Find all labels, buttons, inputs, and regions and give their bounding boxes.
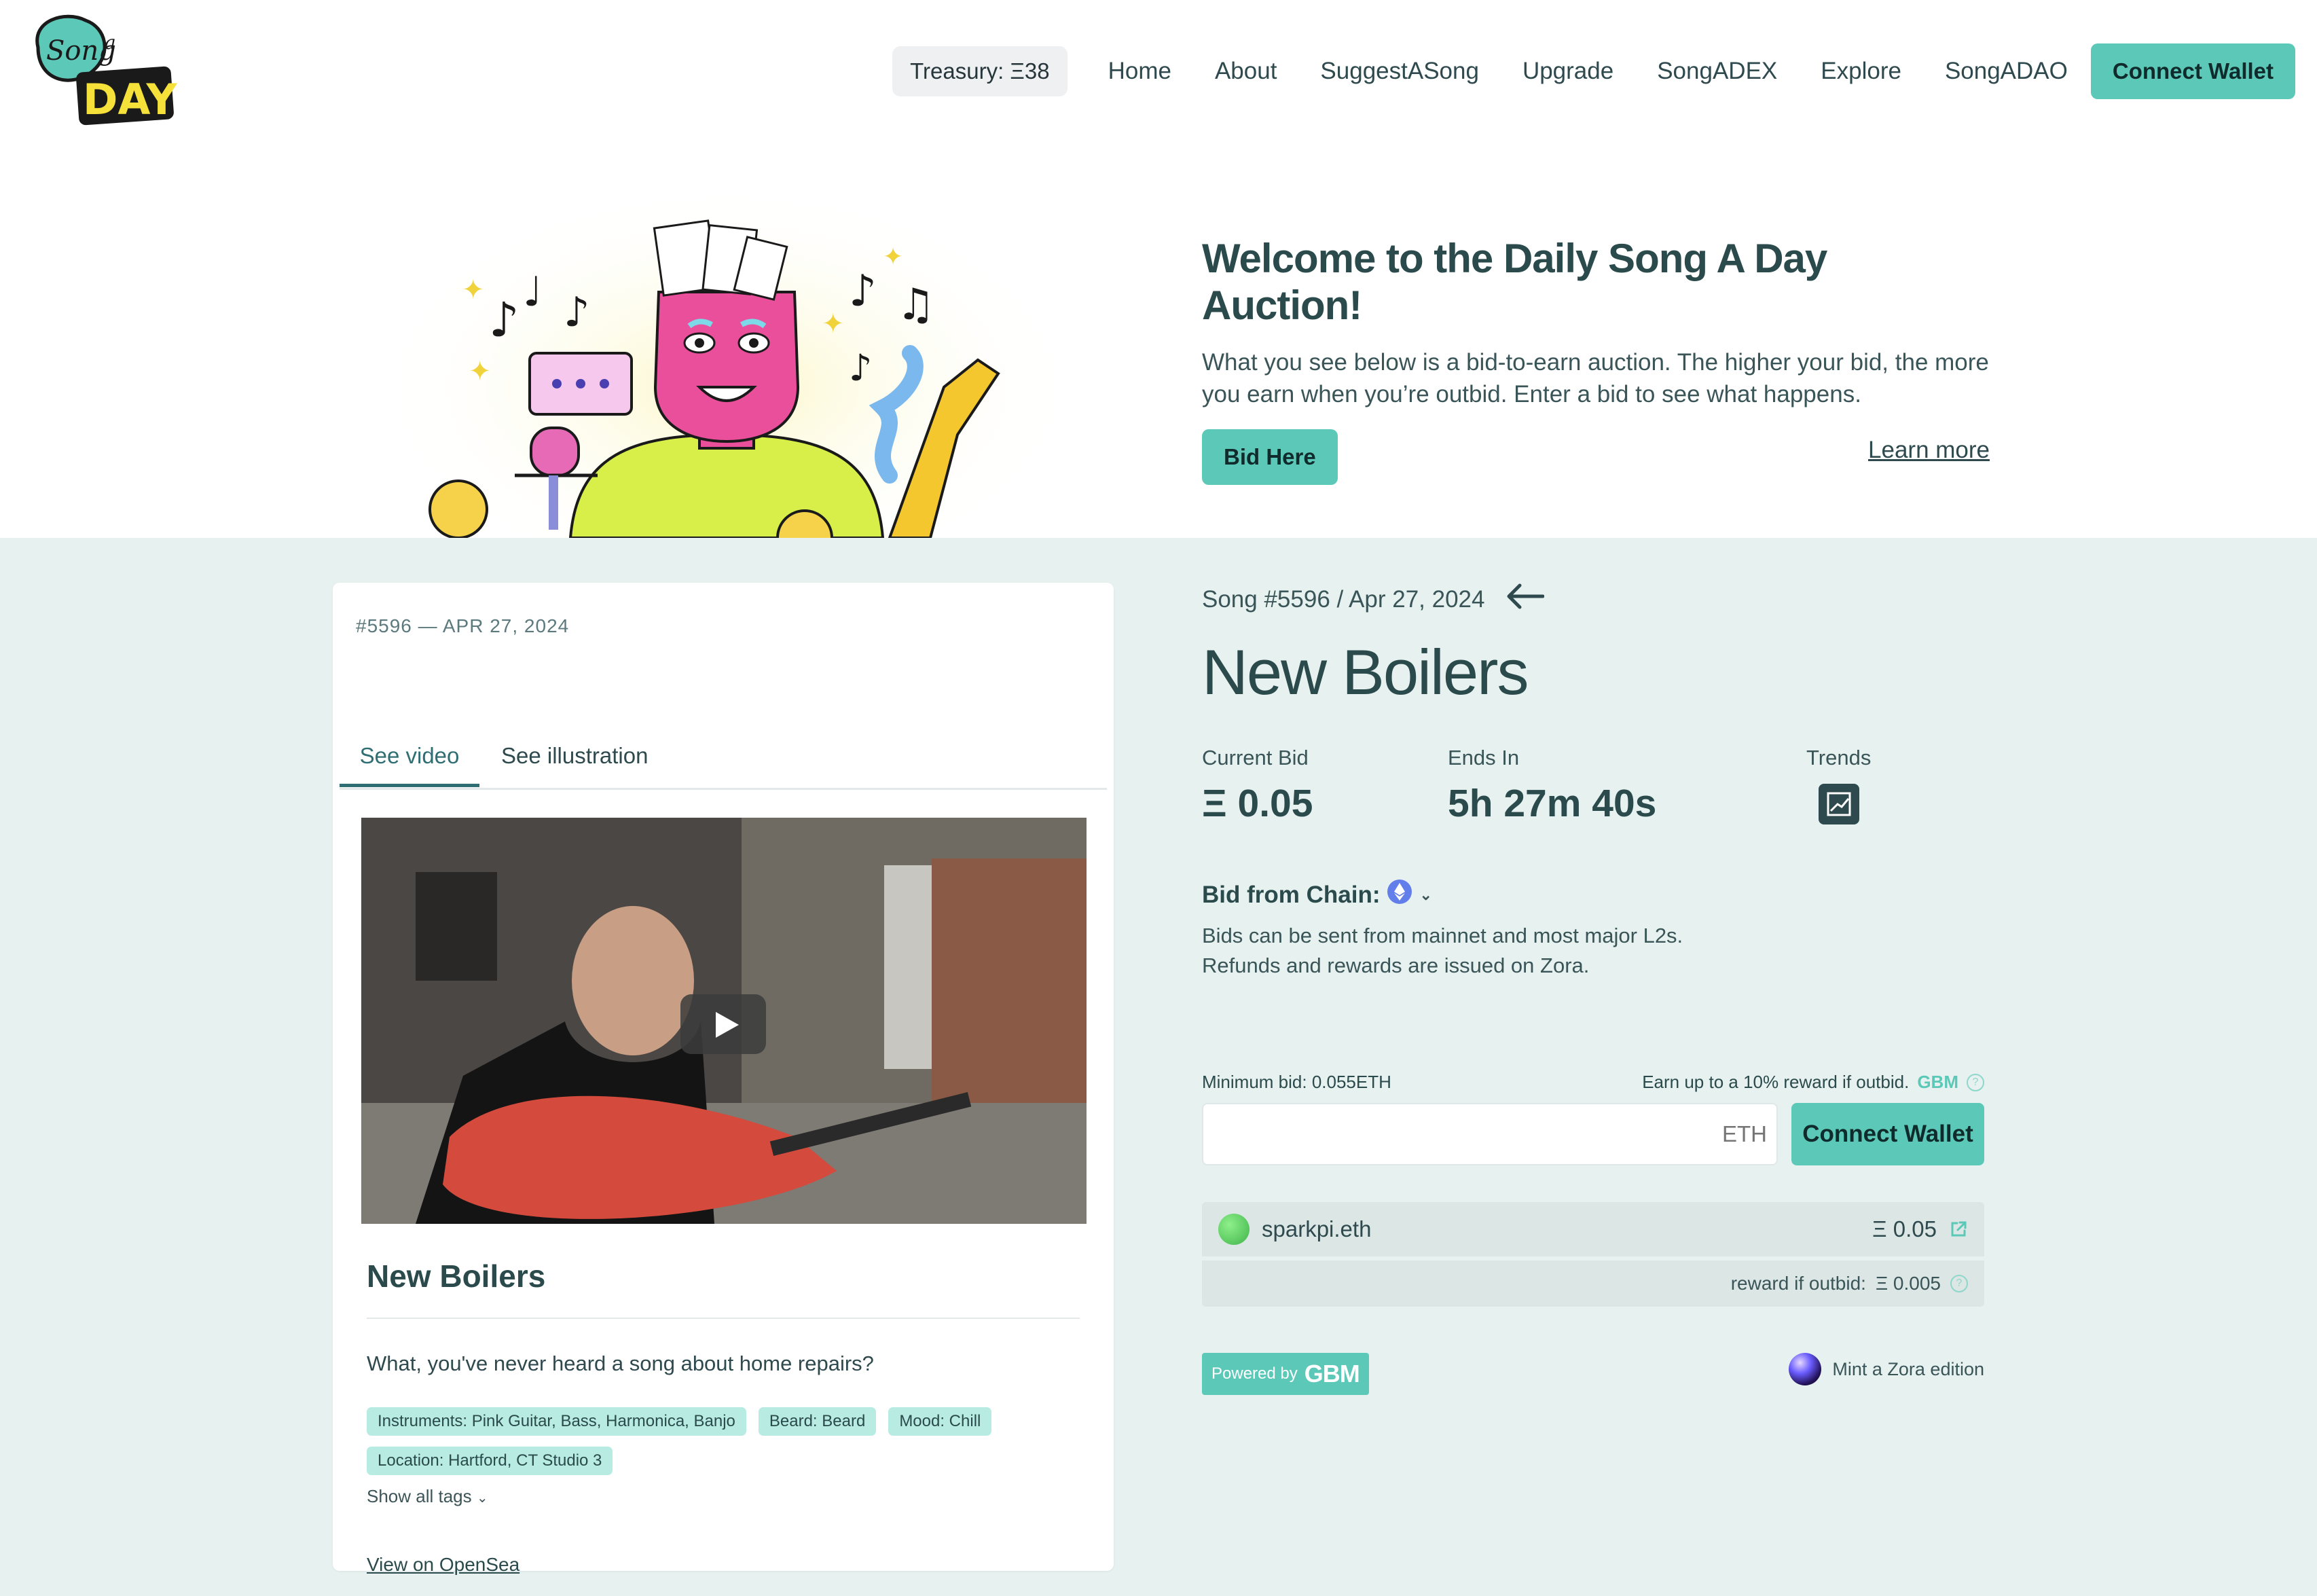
bid-here-button[interactable]: Bid Here: [1202, 429, 1338, 485]
show-all-tags-label: Show all tags: [367, 1486, 472, 1506]
nav-upgrade[interactable]: Upgrade: [1522, 58, 1613, 85]
svg-text:♪: ♪: [849, 266, 877, 316]
help-icon[interactable]: ?: [1950, 1275, 1968, 1292]
tab-see-illustration[interactable]: See illustration: [501, 739, 648, 784]
ethereum-chain-icon[interactable]: [1387, 879, 1412, 911]
show-all-tags-toggle[interactable]: Show all tags ⌄: [367, 1486, 488, 1507]
external-link-icon[interactable]: [1949, 1220, 1968, 1239]
connect-wallet-bid-button[interactable]: Connect Wallet: [1791, 1103, 1984, 1165]
song-number-date: Song #5596 / Apr 27, 2024: [1202, 583, 1545, 616]
earn-reward-info: Earn up to a 10% reward if outbid. GBM ?: [1642, 1072, 1984, 1093]
nav-home[interactable]: Home: [1108, 58, 1171, 85]
bid-from-chain: Bid from Chain: ⌄: [1202, 879, 1432, 911]
chain-description: Bids can be sent from mainnet and most m…: [1202, 921, 1683, 981]
tag-beard[interactable]: Beard: Beard: [758, 1407, 877, 1436]
svg-text:✦: ✦: [469, 356, 492, 387]
svg-text:✦: ✦: [883, 243, 903, 271]
nav-songadex[interactable]: SongADEX: [1657, 58, 1777, 85]
minimum-bid-text: Minimum bid: 0.055ETH: [1202, 1072, 1391, 1092]
tag-location[interactable]: Location: Hartford, CT Studio 3: [367, 1447, 613, 1475]
song-card-title: New Boilers: [367, 1258, 546, 1294]
chevron-down-icon[interactable]: ⌄: [1419, 886, 1431, 904]
hero-title: Welcome to the Daily Song A Day Auction!: [1202, 236, 1827, 328]
svg-text:a: a: [105, 31, 116, 54]
hero-section: ♪ ♩ ♪ ♪ ♫ ♪ ✦ ✦ ✦ ✦ Welcome to the Daily…: [0, 143, 2317, 570]
song-card: #5596 — APR 27, 2024 See video See illus…: [333, 583, 1114, 1575]
svg-text:♪: ♪: [564, 289, 589, 336]
divider: [367, 1318, 1080, 1319]
svg-text:DAY: DAY: [83, 75, 178, 124]
reward-if-outbid-row: reward if outbid: Ξ 0.005 ?: [1202, 1261, 1984, 1307]
nav-songadao[interactable]: SongADAO: [1945, 58, 2068, 85]
bidder-name: sparkpi.eth: [1262, 1216, 1372, 1241]
media-tabs: See video See illustration: [340, 739, 1107, 790]
hero-description: What you see below is a bid-to-earn auct…: [1202, 349, 1989, 407]
chevron-down-icon: ⌄: [476, 1491, 488, 1506]
song-meta: #5596 — APR 27, 2024: [356, 615, 570, 636]
reward-value: Ξ 0.005: [1875, 1273, 1941, 1294]
song-title: New Boilers: [1202, 636, 1529, 708]
bidder-avatar: [1218, 1214, 1249, 1245]
bid-amount: Ξ 0.05: [1872, 1216, 1937, 1241]
auction-main-section: #5596 — APR 27, 2024 See video See illus…: [0, 538, 2317, 1596]
ends-in-value: 5h 27m 40s: [1448, 782, 1657, 825]
help-icon[interactable]: ?: [1967, 1073, 1984, 1091]
song-a-day-logo[interactable]: Song a DAY: [24, 7, 181, 129]
svg-text:✦: ✦: [822, 308, 845, 340]
tag-mood[interactable]: Mood: Chill: [888, 1407, 992, 1436]
tag-instruments[interactable]: Instruments: Pink Guitar, Bass, Harmonic…: [367, 1407, 746, 1436]
zora-orb-icon: [1789, 1353, 1822, 1385]
mint-zora-edition-link[interactable]: Mint a Zora edition: [1789, 1353, 1984, 1385]
powered-by-gbm-badge[interactable]: Powered by GBM: [1202, 1353, 1369, 1395]
mint-zora-label: Mint a Zora edition: [1832, 1358, 1984, 1379]
hero-actions: Bid Here Learn more: [1202, 429, 1990, 485]
earn-reward-text: Earn up to a 10% reward if outbid.: [1642, 1072, 1910, 1092]
main-nav: Treasury: Ξ38 Home About SuggestASong Up…: [892, 43, 2295, 99]
svg-text:✦: ✦: [462, 274, 485, 306]
svg-text:♪: ♪: [489, 292, 519, 348]
powered-by-label: Powered by: [1211, 1364, 1298, 1383]
song-description: What, you've never heard a song about ho…: [367, 1352, 874, 1375]
reward-label: reward if outbid:: [1730, 1273, 1866, 1294]
hero-illustration: ♪ ♩ ♪ ♪ ♫ ♪ ✦ ✦ ✦ ✦: [346, 163, 1093, 570]
song-tags: Instruments: Pink Guitar, Bass, Harmonic…: [367, 1407, 1087, 1475]
svg-text:♩: ♩: [523, 268, 542, 316]
song-video-player[interactable]: [361, 818, 1087, 1224]
nav-suggestasong[interactable]: SuggestASong: [1320, 58, 1479, 85]
trends-chart-icon[interactable]: [1819, 784, 1859, 824]
bid-amount-input[interactable]: [1202, 1103, 1778, 1165]
current-bid-value: Ξ 0.05: [1202, 782, 1313, 825]
top-navigation-bar: Song a DAY Treasury: Ξ38 Home About Sugg…: [0, 0, 2317, 143]
gbm-label: GBM: [1917, 1072, 1958, 1092]
nav-explore[interactable]: Explore: [1821, 58, 1901, 85]
chain-description-line-2: Refunds and rewards are issued on Zora.: [1202, 954, 1590, 977]
video-play-button[interactable]: [680, 994, 766, 1054]
connect-wallet-button[interactable]: Connect Wallet: [2090, 43, 2295, 99]
trends-label: Trends: [1806, 746, 1872, 769]
hero-text-block: Welcome to the Daily Song A Day Auction!…: [1202, 235, 1990, 485]
chain-description-line-1: Bids can be sent from mainnet and most m…: [1202, 924, 1683, 947]
view-on-opensea-link[interactable]: View on OpenSea: [367, 1554, 519, 1576]
learn-more-link[interactable]: Learn more: [1868, 437, 1990, 464]
arrow-left-icon[interactable]: [1505, 583, 1545, 616]
treasury-badge: Treasury: Ξ38: [892, 46, 1068, 96]
gbm-logo: GBM: [1304, 1360, 1360, 1388]
ends-in-label: Ends In: [1448, 746, 1520, 769]
bid-from-chain-label: Bid from Chain:: [1202, 881, 1381, 908]
svg-text:♫: ♫: [896, 280, 935, 330]
song-number-date-text: Song #5596 / Apr 27, 2024: [1202, 585, 1485, 613]
current-bid-label: Current Bid: [1202, 746, 1309, 769]
svg-text:♪: ♪: [849, 346, 872, 389]
nav-about[interactable]: About: [1215, 58, 1277, 85]
tab-see-video[interactable]: See video: [340, 739, 479, 787]
bid-history-row: sparkpi.eth Ξ 0.05: [1202, 1202, 1984, 1256]
